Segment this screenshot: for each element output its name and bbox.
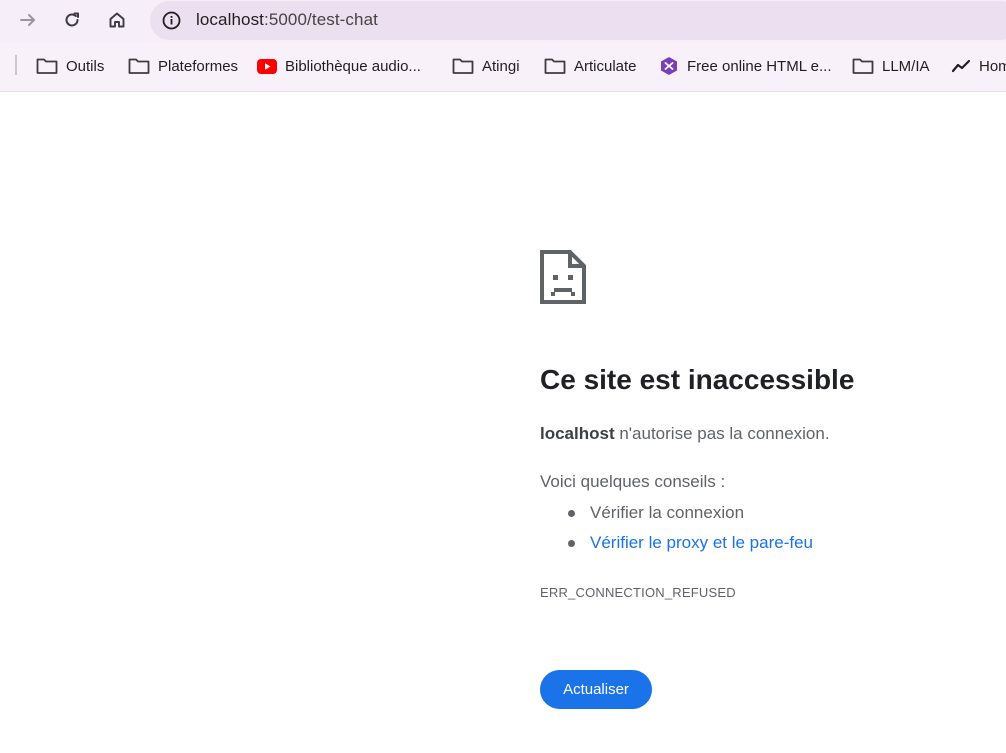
folder-icon (36, 57, 58, 75)
tip-label: Vérifier la connexion (590, 503, 745, 522)
address-bar[interactable]: localhost:5000/test-chat (150, 1, 1006, 40)
error-title: Ce site est inaccessible (540, 364, 855, 395)
bookmark-label: Bibliothèque audio... (285, 57, 421, 75)
error-host: localhost (540, 424, 615, 443)
bookmark-outils[interactable]: Outils (36, 54, 104, 78)
error-code: ERR_CONNECTION_REFUSED (540, 585, 736, 600)
arrow-right-icon (20, 14, 35, 26)
error-message-text: n'autorise pas la connexion. (614, 424, 830, 443)
bookmark-label: Hom (979, 57, 1006, 75)
url-path: :5000/test-chat (264, 10, 378, 29)
bookmark-hom[interactable]: Hom (951, 54, 1006, 78)
bookmark-free-online-html[interactable]: Free online HTML e... (659, 54, 832, 78)
bookmarks-separator (15, 55, 17, 75)
error-message: localhost n'autorise pas la connexion. (540, 424, 830, 444)
bookmark-plateformes[interactable]: Plateformes (128, 54, 238, 78)
url-host: localhost (196, 10, 264, 29)
site-info-icon[interactable] (162, 11, 181, 30)
reload-button[interactable]: Actualiser (540, 670, 652, 709)
folder-icon (452, 57, 474, 75)
bookmark-articulate[interactable]: Articulate (544, 54, 637, 78)
browser-toolbar: localhost:5000/test-chat (0, 0, 1006, 41)
bookmark-label: Outils (66, 57, 105, 75)
sad-page-icon (540, 250, 586, 304)
tip-item: Vérifier la connexion (568, 503, 744, 523)
bookmark-label: Plateformes (158, 57, 239, 75)
reload-icon (65, 12, 79, 27)
trend-icon (951, 58, 971, 74)
url-text: localhost:5000/test-chat (196, 10, 378, 30)
bullet (568, 510, 575, 517)
bookmark-label: Atingi (482, 57, 520, 75)
bookmark-label: LLM/IA (882, 57, 930, 75)
folder-icon (852, 57, 874, 75)
bookmark-label: Articulate (574, 57, 637, 75)
folder-icon (128, 57, 150, 75)
forward-button[interactable] (12, 4, 44, 36)
tips-heading: Voici quelques conseils : (540, 472, 726, 491)
home-button[interactable] (101, 4, 133, 36)
bookmark-llm-ia[interactable]: LLM/IA (852, 54, 930, 78)
bookmarks-bar: Outils Plateformes Bibliothèque audio...… (0, 41, 1006, 92)
hexagon-logo-icon (659, 56, 679, 76)
youtube-icon (257, 58, 277, 74)
tip-item-link[interactable]: Vérifier le proxy et le pare-feu (568, 533, 813, 553)
home-icon (109, 12, 125, 28)
bullet (568, 540, 575, 547)
bookmark-bibliotheque-audio[interactable]: Bibliothèque audio... (257, 54, 421, 78)
reload-page-button[interactable] (56, 4, 88, 36)
bookmark-label: Free online HTML e... (687, 57, 832, 75)
check-proxy-firewall-link[interactable]: Vérifier le proxy et le pare-feu (590, 533, 813, 552)
bookmark-atingi[interactable]: Atingi (452, 54, 520, 78)
folder-icon (544, 57, 566, 75)
